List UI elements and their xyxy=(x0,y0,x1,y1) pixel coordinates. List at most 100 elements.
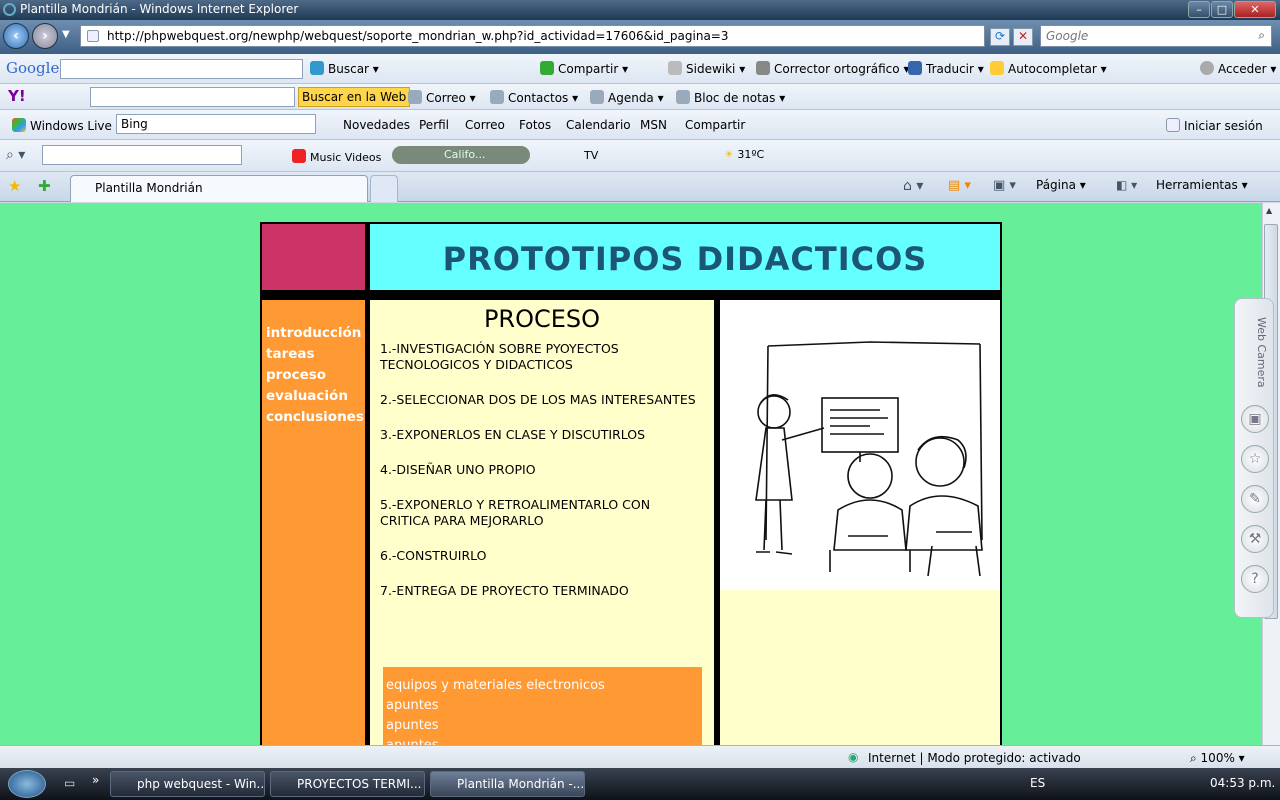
music-videos-button[interactable]: Music Videos xyxy=(292,149,381,164)
red-block xyxy=(262,224,365,290)
stop-icon[interactable]: ✕ xyxy=(1013,28,1033,46)
google-toolbar: Google Buscar ▾ Compartir ▾ Sidewiki ▾ C… xyxy=(0,54,1280,84)
translate-button[interactable]: Traducir ▾ xyxy=(908,61,984,76)
windows-live-logo[interactable]: Windows Live xyxy=(12,118,112,133)
forward-button[interactable]: › xyxy=(32,23,58,49)
step-item: 6.-CONSTRUIRLO xyxy=(380,548,487,563)
show-desktop-icon[interactable]: ▭ xyxy=(64,776,75,790)
live-share-link[interactable]: Compartir xyxy=(685,118,745,132)
menu-link-introduccion[interactable]: introducción xyxy=(266,323,365,344)
spellcheck-button[interactable]: Corrector ortográfico ▾ xyxy=(756,61,909,76)
resource-item: apuntes xyxy=(386,736,702,745)
live-news-link[interactable]: Novedades xyxy=(343,118,410,132)
google-search-button[interactable]: Buscar ▾ xyxy=(310,61,379,76)
process-panel: PROCESO 1.-INVESTIGACIÓN SOBRE PYOYECTOS… xyxy=(370,300,714,745)
tools-menu[interactable]: Herramientas ▾ xyxy=(1156,178,1248,192)
steps-list: 1.-INVESTIGACIÓN SOBRE PYOYECTOS TECNOLO… xyxy=(380,341,714,599)
home-icon[interactable]: ⌂ ▾ xyxy=(903,178,923,194)
live-photos-link[interactable]: Fotos xyxy=(519,118,551,132)
favorites-star-icon[interactable]: ★ xyxy=(8,177,21,195)
language-indicator[interactable]: ES xyxy=(1030,776,1045,790)
start-button[interactable] xyxy=(8,770,46,798)
notepad-button[interactable]: Bloc de notas ▾ xyxy=(676,90,785,105)
page-title: PROTOTIPOS DIDACTICOS xyxy=(442,240,928,278)
yahoo-toolbar: Y! Buscar en la Web Correo ▾ Contactos ▾… xyxy=(0,84,1280,110)
windows-live-toolbar: Windows Live Bing Novedades Perfil Corre… xyxy=(0,110,1280,140)
resource-item: equipos y materiales electronicos xyxy=(386,678,605,693)
step-item: 4.-DISEÑAR UNO PROPIO xyxy=(380,462,536,477)
bing-search-input[interactable]: Bing xyxy=(116,114,316,134)
help-icon[interactable]: ? xyxy=(1241,565,1269,593)
yahoo-search-input[interactable] xyxy=(90,87,295,107)
star-icon[interactable]: ☆ xyxy=(1241,445,1269,473)
step-item: 2.-SELECCIONAR DOS DE LOS MAS INTERESANT… xyxy=(380,392,696,407)
contacts-button[interactable]: Contactos ▾ xyxy=(490,90,578,105)
security-zone[interactable]: Internet | Modo protegido: activado xyxy=(868,751,1081,765)
share-button[interactable]: Compartir ▾ xyxy=(540,61,628,76)
close-button[interactable]: ✕ xyxy=(1234,1,1276,18)
header-block: PROTOTIPOS DIDACTICOS xyxy=(370,224,1000,290)
classroom-illustration xyxy=(720,300,1000,590)
address-bar[interactable]: http://phpwebquest.org/newphp/webquest/s… xyxy=(80,25,985,47)
yahoo-mail-button[interactable]: Correo ▾ xyxy=(408,90,476,105)
new-tab-button[interactable] xyxy=(370,175,398,202)
step-item: 7.-ENTREGA DE PROYECTO TERMINADO xyxy=(380,583,629,598)
step-item: 3.-EXPONERLOS EN CLASE Y DISCUTIRLOS xyxy=(380,427,646,442)
live-msn-link[interactable]: MSN xyxy=(640,118,667,132)
globe-icon: ◉ xyxy=(848,750,859,764)
magnifier-icon[interactable]: ⌕ ▾ xyxy=(6,147,25,163)
resources-box: equipos y materiales electronicos apunte… xyxy=(383,667,702,745)
tab-plantilla-mondrian[interactable]: Plantilla Mondrián xyxy=(70,175,368,202)
google-search-input[interactable] xyxy=(60,59,303,79)
tv-button[interactable]: TV xyxy=(584,149,598,162)
yahoo-search-button[interactable]: Buscar en la Web xyxy=(298,87,411,107)
task-php-webquest[interactable]: php webquest - Win... xyxy=(110,771,265,797)
autocomplete-button[interactable]: Autocompletar ▾ xyxy=(990,61,1107,76)
signin-google-button[interactable]: Acceder ▾ xyxy=(1200,61,1276,76)
window-title-bar: Plantilla Mondrián - Windows Internet Ex… xyxy=(0,0,1280,20)
maximize-button[interactable]: □ xyxy=(1211,1,1233,18)
add-favorites-icon[interactable]: ✚ xyxy=(38,177,51,195)
ie-logo-icon xyxy=(3,3,16,16)
live-signin-button[interactable]: Iniciar sesión xyxy=(1166,118,1263,133)
zoom-level[interactable]: ⌕ 100% ▾ xyxy=(1190,751,1245,766)
status-bar: ◉ Internet | Modo protegido: activado ⌕ … xyxy=(0,745,1280,768)
print-icon[interactable]: ▣ ▾ xyxy=(993,178,1016,193)
media-search-input[interactable] xyxy=(42,145,242,165)
safety-icon[interactable]: ◧ ▾ xyxy=(1116,178,1137,192)
live-mail-link[interactable]: Correo xyxy=(465,118,505,132)
live-profile-link[interactable]: Perfil xyxy=(419,118,449,132)
radio-player[interactable]: Califo... xyxy=(392,146,530,164)
scroll-up-icon[interactable]: ▲ xyxy=(1266,206,1272,215)
yahoo-logo: Y! xyxy=(8,87,26,105)
menu-link-tareas[interactable]: tareas xyxy=(266,344,365,365)
minimize-button[interactable]: – xyxy=(1188,1,1210,18)
menu-link-conclusiones[interactable]: conclusiones xyxy=(266,407,365,428)
sidewiki-button[interactable]: Sidewiki ▾ xyxy=(668,61,745,76)
search-icon[interactable]: ⌕ xyxy=(1258,28,1265,43)
address-row: ‹ › ▼ http://phpwebquest.org/newphp/webq… xyxy=(0,20,1280,54)
weather-widget[interactable]: ☀ 31ºC xyxy=(724,148,764,161)
resource-item: apuntes xyxy=(386,718,439,733)
search-box[interactable]: Google ⌕ xyxy=(1040,25,1272,47)
feeds-icon[interactable]: ▤ ▾ xyxy=(948,178,971,193)
task-proyectos[interactable]: PROYECTOS TERMI... xyxy=(270,771,425,797)
google-logo: Google xyxy=(6,59,60,77)
page-menu[interactable]: Página ▾ xyxy=(1036,178,1086,192)
history-dropdown-icon[interactable]: ▼ xyxy=(62,29,70,40)
wrench-icon[interactable]: ⚒ xyxy=(1241,525,1269,553)
menu-link-evaluacion[interactable]: evaluación xyxy=(266,386,365,407)
image-panel xyxy=(720,300,1000,745)
quicklaunch-chevron-icon[interactable]: » xyxy=(92,773,99,787)
task-plantilla-mondrian[interactable]: Plantilla Mondrián -... xyxy=(430,771,585,797)
live-calendar-link[interactable]: Calendario xyxy=(566,118,631,132)
contact-card-icon[interactable]: ▣ xyxy=(1241,405,1269,433)
agenda-button[interactable]: Agenda ▾ xyxy=(590,90,664,105)
refresh-icon[interactable]: ⟳ xyxy=(990,28,1010,46)
sidebar-gadget: Web Camera ▣ ☆ ✎ ⚒ ? xyxy=(1234,298,1274,618)
clock[interactable]: 04:53 p.m. xyxy=(1210,776,1275,790)
edit-icon[interactable]: ✎ xyxy=(1241,485,1269,513)
back-button[interactable]: ‹ xyxy=(3,23,29,49)
menu-link-proceso[interactable]: proceso xyxy=(266,365,365,386)
sun-icon: ☀ xyxy=(724,148,734,161)
